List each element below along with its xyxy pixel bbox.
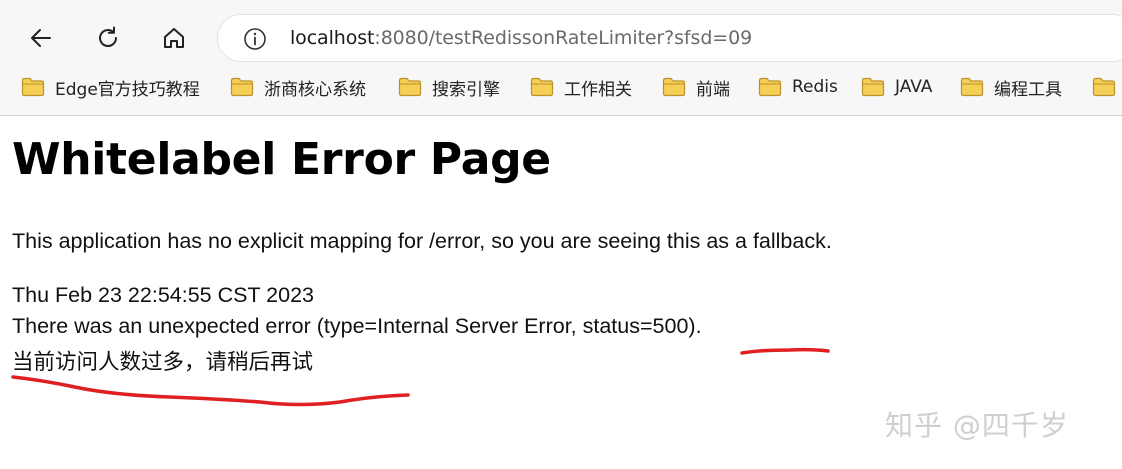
- folder-icon: [230, 77, 254, 97]
- error-timestamp: Thu Feb 23 22:54:55 CST 2023: [12, 283, 315, 307]
- folder-icon: [1092, 77, 1116, 97]
- bookmark-edge-tips[interactable]: Edge官方技巧教程: [21, 72, 200, 102]
- browser-toolbar: localhost:8080/testRedissonRateLimiter?s…: [0, 0, 1122, 66]
- url-host: localhost: [290, 27, 375, 49]
- folder-icon: [960, 77, 984, 97]
- back-arrow-icon: [31, 29, 51, 47]
- back-button[interactable]: [23, 20, 59, 56]
- url-text[interactable]: localhost:8080/testRedissonRateLimiter?s…: [290, 27, 752, 49]
- folder-icon: [21, 77, 45, 97]
- folder-icon: [662, 77, 686, 97]
- folder-icon: [398, 77, 422, 97]
- page-title: Whitelabel Error Page: [12, 134, 551, 185]
- fallback-message: This application has no explicit mapping…: [12, 229, 832, 253]
- bookmark-label: 浙商核心系统: [264, 79, 366, 100]
- bookmark-label: Edge官方技巧教程: [55, 79, 200, 100]
- home-button[interactable]: [156, 20, 192, 56]
- bookmarks-bar: Edge官方技巧教程 浙商核心系统 搜索引擎 工作相关 前端 Redis JAV…: [0, 70, 1122, 104]
- custom-error-message: 当前访问人数过多，请稍后再试: [12, 350, 314, 374]
- bookmark-overflow-folder[interactable]: [1092, 72, 1122, 102]
- page-content: Whitelabel Error Page This application h…: [0, 117, 1122, 469]
- home-icon: [164, 28, 184, 48]
- bookmark-dev-tools[interactable]: 编程工具: [960, 72, 1062, 102]
- bookmark-label: 工作相关: [564, 79, 632, 100]
- info-icon[interactable]: [242, 26, 268, 52]
- watermark: 知乎 @四千岁: [885, 409, 1069, 442]
- bookmark-java[interactable]: JAVA: [861, 72, 932, 102]
- browser-chrome: localhost:8080/testRedissonRateLimiter?s…: [0, 0, 1122, 116]
- bookmark-label: 编程工具: [994, 79, 1062, 100]
- error-details: There was an unexpected error (type=Inte…: [12, 314, 702, 338]
- bookmark-label: 搜索引擎: [432, 79, 500, 100]
- bookmark-work[interactable]: 工作相关: [530, 72, 632, 102]
- bookmark-label: 前端: [696, 79, 730, 100]
- reload-button[interactable]: [90, 20, 126, 56]
- bookmark-search-engines[interactable]: 搜索引擎: [398, 72, 500, 102]
- bookmark-label: Redis: [792, 77, 838, 97]
- bookmark-redis[interactable]: Redis: [758, 72, 838, 102]
- reload-icon: [99, 26, 117, 47]
- url-path: :8080/testRedissonRateLimiter?sfsd=09: [374, 27, 753, 49]
- bookmark-frontend[interactable]: 前端: [662, 72, 730, 102]
- bookmark-core-system[interactable]: 浙商核心系统: [230, 72, 366, 102]
- folder-icon: [530, 77, 554, 97]
- folder-icon: [758, 77, 782, 97]
- bookmark-label: JAVA: [895, 77, 933, 97]
- folder-icon: [861, 77, 885, 97]
- address-bar[interactable]: localhost:8080/testRedissonRateLimiter?s…: [217, 14, 1122, 62]
